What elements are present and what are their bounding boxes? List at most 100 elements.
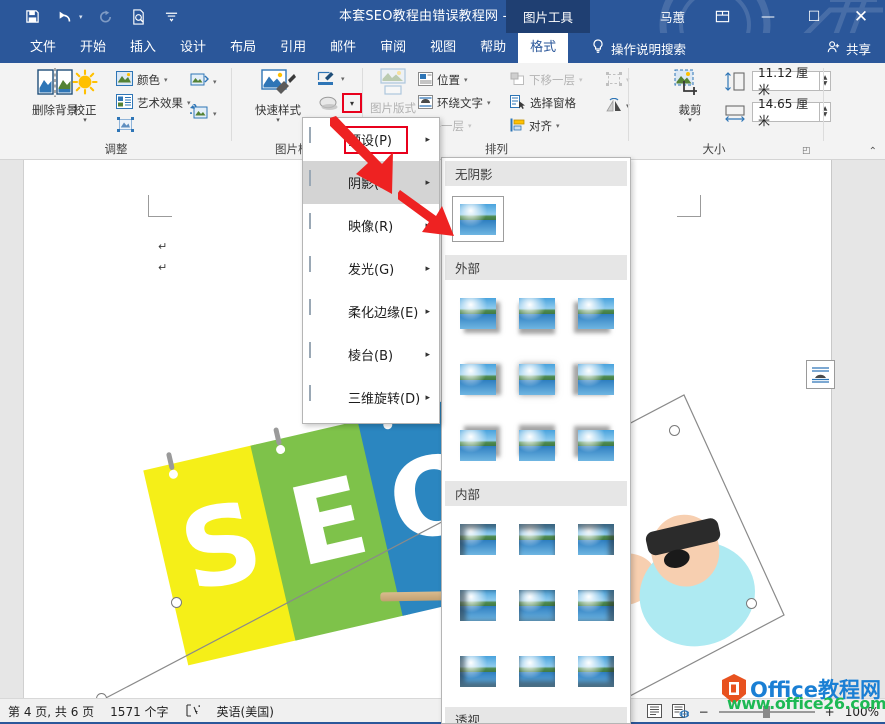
color-button[interactable]: 颜色 ▾ [116,69,168,91]
shadow-option-inner-6[interactable] [566,579,625,631]
tab-file[interactable]: 文件 [18,33,68,63]
compress-pictures-dropdown-icon[interactable]: ▾ [213,78,217,86]
picture-effects-button[interactable] [317,94,339,116]
zoom-in-button[interactable]: + [825,705,835,719]
tell-me-search[interactable]: 操作说明搜索 [592,33,686,63]
picture-effects-dropdown-icon[interactable]: ▾ [342,93,362,113]
lightbulb-icon [592,39,604,58]
shadow-option-inner-9[interactable] [566,645,625,697]
word-count-status[interactable]: 1571 个字 [110,703,168,720]
resize-handle-right[interactable] [746,598,757,609]
share-button[interactable]: 共享 [827,33,871,63]
position-label: 位置 [437,72,460,88]
quick-styles-button[interactable]: 快速样式 ▾ [245,67,311,124]
color-dropdown-icon[interactable]: ▾ [164,76,168,84]
tab-review[interactable]: 审阅 [368,33,418,63]
picture-effects-menu[interactable]: 预设(P) ▸ 阴影(S) ▸ 映像(R) ▸ 发光(G) ▸ 柔化边缘(E) … [302,117,440,424]
tab-format[interactable]: 格式 [518,33,568,63]
shape-height-stepper[interactable]: ▲▼ [820,71,831,91]
quick-styles-dropdown-icon[interactable]: ▾ [276,117,280,124]
shadow-option-outer-1[interactable] [448,287,507,339]
wrap-text-button[interactable]: 环绕文字 ▾ [418,92,491,114]
position-button[interactable]: 位置 ▾ [418,69,468,91]
zoom-slider-thumb[interactable] [763,706,770,718]
menu-item-bevel[interactable]: 棱台(B) ▸ [303,333,439,376]
wrap-text-dropdown-icon[interactable]: ▾ [487,99,491,107]
shadow-gallery[interactable]: 无阴影 外部 内部 透视 [441,157,631,724]
shape-height-input[interactable]: 11.12 厘米 [752,71,820,91]
wrap-text-icon [418,95,433,112]
resize-handle-top-left[interactable] [171,597,182,608]
menu-item-glow[interactable]: 发光(G) ▸ [303,247,439,290]
shadow-option-outer-6[interactable] [566,353,625,405]
ribbon-display-options-icon[interactable] [699,0,745,33]
size-dialog-launcher[interactable]: ◰ [802,146,812,156]
position-dropdown-icon[interactable]: ▾ [464,76,468,84]
group-separator [231,68,232,141]
tab-references[interactable]: 引用 [268,33,318,63]
menu-item-soft-edges[interactable]: 柔化边缘(E) ▸ [303,290,439,333]
shape-width-input[interactable]: 14.65 厘米 [752,102,820,122]
shadow-option-outer-8[interactable] [507,419,566,471]
tab-help[interactable]: 帮助 [468,33,518,63]
page-number-status[interactable]: 第 4 页, 共 6 页 [8,703,94,720]
shadow-option-inner-1[interactable] [448,513,507,565]
shadow-option-outer-9[interactable] [566,419,625,471]
tab-home[interactable]: 开始 [68,33,118,63]
group-separator [628,68,629,141]
zoom-out-button[interactable]: − [699,705,709,719]
tab-mailings[interactable]: 邮件 [318,33,368,63]
zoom-level-label[interactable]: 100% [845,705,879,719]
shadow-option-outer-4[interactable] [448,353,507,405]
crop-button[interactable]: 裁剪 ▾ [664,67,716,124]
picture-border-dropdown-icon[interactable]: ▾ [341,75,345,83]
align-button[interactable]: 对齐 ▾ [510,115,560,137]
resize-handle-top-right[interactable] [669,425,680,436]
gallery-row [442,572,630,638]
shadow-option-none[interactable] [448,193,507,245]
menu-item-reflection[interactable]: 映像(R) ▸ [303,204,439,247]
corrections-dropdown-icon[interactable]: ▾ [83,117,87,124]
reset-picture-button[interactable]: ▾ [190,103,217,125]
shadow-option-inner-2[interactable] [507,513,566,565]
shadow-option-inner-3[interactable] [566,513,625,565]
menu-item-3d-rotation[interactable]: 三维旋转(D) ▸ [303,376,439,419]
maximize-button[interactable]: ☐ [791,0,837,33]
reset-picture-dropdown-icon[interactable]: ▾ [213,110,217,118]
shadow-option-outer-7[interactable] [448,419,507,471]
zoom-slider[interactable] [719,711,815,713]
shadow-option-inner-8[interactable] [507,645,566,697]
minimize-button[interactable]: — [745,0,791,33]
collapse-ribbon-button[interactable]: ⌃ [869,146,877,157]
close-button[interactable]: ✕ [837,0,885,33]
menu-item-shadow[interactable]: 阴影(S) ▸ [303,161,439,204]
selection-pane-button[interactable]: 选择窗格 [510,92,576,114]
tab-view[interactable]: 视图 [418,33,468,63]
tab-design[interactable]: 设计 [168,33,218,63]
print-layout-view-icon[interactable] [647,704,662,721]
shadow-option-outer-3[interactable] [566,287,625,339]
language-status[interactable]: 英语(美国) [217,703,274,720]
web-layout-view-icon[interactable] [672,704,689,721]
proofing-icon[interactable] [185,704,201,720]
corrections-button[interactable]: 校正 ▾ [60,67,110,124]
artistic-effects-button[interactable]: 艺术效果 ▾ [116,92,191,114]
shadow-option-outer-5[interactable] [507,353,566,405]
compress-pictures-button[interactable]: ▾ [190,71,217,93]
rotate-button[interactable]: ▾ [606,95,630,117]
shape-width-stepper[interactable]: ▲▼ [820,102,831,122]
tab-insert[interactable]: 插入 [118,33,168,63]
shadow-option-inner-7[interactable] [448,645,507,697]
shadow-option-outer-2[interactable] [507,287,566,339]
account-name[interactable]: 马蕙 [646,7,699,26]
picture-border-button[interactable]: ▾ [317,68,345,90]
layout-options-button[interactable] [806,360,835,389]
crop-dropdown-icon[interactable]: ▾ [688,117,692,124]
align-dropdown-icon[interactable]: ▾ [556,122,560,130]
shadow-option-inner-5[interactable] [507,579,566,631]
transparency-button[interactable] [116,115,135,137]
reflection-effect-icon [309,214,339,238]
tab-layout[interactable]: 布局 [218,33,268,63]
contextual-tab-picture-tools[interactable]: 图片工具 [506,0,590,33]
shadow-option-inner-4[interactable] [448,579,507,631]
